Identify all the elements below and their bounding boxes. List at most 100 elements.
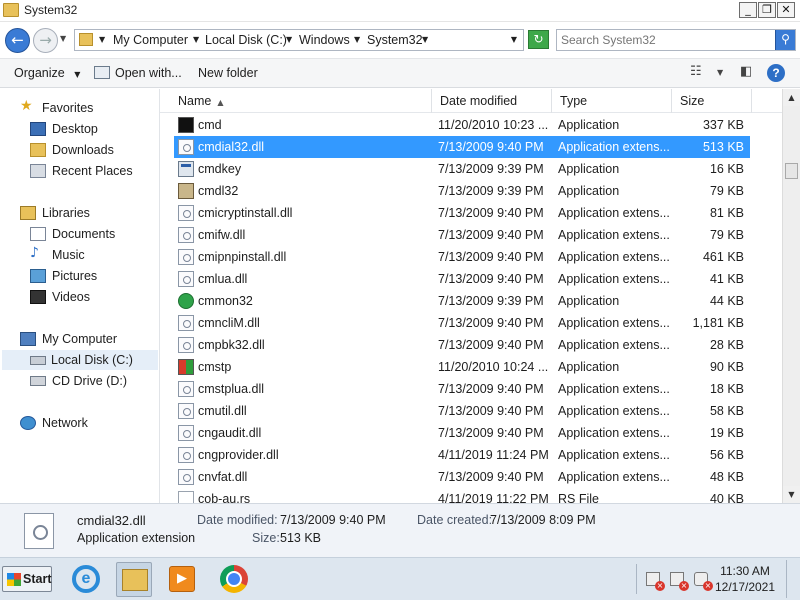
forward-button[interactable]: → (33, 28, 58, 53)
file-name: cmstp (198, 360, 232, 374)
file-row[interactable]: cmlua.dll 7/13/2009 9:40 PM Application ex… (174, 268, 750, 290)
file-row[interactable]: cmipnpinstall.dll 7/13/2009 9:40 PM Applic… (174, 246, 750, 268)
taskbar-media-player[interactable]: ▶ (164, 562, 200, 597)
open-with-icon (94, 66, 110, 79)
taskbar-chrome[interactable] (216, 562, 252, 597)
file-rows: cmd 11/20/2010 10:23 ... Application 337 KB… (160, 114, 782, 503)
search-input[interactable] (561, 32, 771, 48)
file-name: cmdl32 (198, 184, 239, 198)
star-icon: ★ (20, 98, 33, 114)
scroll-thumb[interactable] (785, 163, 798, 179)
volume-icon[interactable] (694, 572, 713, 591)
file-row[interactable]: cmutil.dll 7/13/2009 9:40 PM Application e… (174, 400, 750, 422)
file-type: Application extens... (558, 316, 670, 330)
chevron-down-icon[interactable]: ▼ (286, 35, 292, 44)
help-button[interactable]: ? (767, 64, 785, 82)
maximize-button[interactable]: ❐ (758, 2, 776, 18)
file-date-modified: 7/13/2009 9:40 PM (438, 338, 544, 352)
internet-explorer-icon: e (72, 565, 100, 593)
scroll-up-button[interactable]: ▲ (783, 89, 800, 106)
file-date-modified: 7/13/2009 9:40 PM (438, 206, 544, 220)
desktop-icon (30, 122, 46, 136)
file-name: cngprovider.dll (198, 448, 279, 462)
nav-documents[interactable]: Documents (30, 224, 150, 244)
network-status-icon[interactable] (670, 572, 689, 591)
nav-downloads[interactable]: Downloads (30, 140, 150, 160)
file-row[interactable]: cob-au.rs 4/11/2019 11:22 PM RS File 40 KB (174, 488, 750, 503)
file-type: Application (558, 294, 620, 308)
file-row[interactable]: cmdkey 7/13/2009 9:39 PM Application 16 KB (174, 158, 750, 180)
nav-pictures[interactable]: Pictures (30, 266, 150, 286)
file-row[interactable]: cmstp 11/20/2010 10:24 ... Application 90 K… (174, 356, 750, 378)
file-type: Application (558, 184, 620, 198)
nav-libraries[interactable]: Libraries (20, 203, 150, 223)
recent-pages-dropdown[interactable]: ▼ (60, 34, 66, 43)
start-button[interactable]: Start (2, 566, 52, 592)
scroll-down-button[interactable]: ▼ (783, 486, 800, 503)
file-row[interactable]: cmmon32 7/13/2009 9:39 PM Application 44 KB (174, 290, 750, 312)
file-row[interactable]: cmncliM.dll 7/13/2009 9:40 PM Application … (174, 312, 750, 334)
file-type: Application extens... (558, 338, 670, 352)
address-history-dropdown[interactable]: ▼ (511, 35, 517, 44)
nav-my-computer[interactable]: My Computer (20, 329, 150, 349)
nav-desktop[interactable]: Desktop (30, 119, 150, 139)
file-row[interactable]: cmicryptinstall.dll 7/13/2009 9:40 PM Appl… (174, 202, 750, 224)
breadcrumb-local-disk[interactable]: Local Disk (C:) (205, 33, 287, 47)
system-clock[interactable]: 11:30 AM 12/17/2021 (712, 563, 778, 595)
color-app-icon (178, 359, 194, 375)
file-size: 41 KB (709, 272, 744, 286)
file-row[interactable]: cngaudit.dll 7/13/2009 9:40 PM Application… (174, 422, 750, 444)
file-size: 56 KB (709, 448, 744, 462)
breadcrumb-windows[interactable]: Windows (299, 33, 350, 47)
taskbar-windows-explorer[interactable] (116, 562, 152, 597)
search-icon[interactable]: ⚲ (775, 30, 795, 50)
file-date-modified: 4/11/2019 11:22 PM (438, 492, 549, 503)
nav-recent-places[interactable]: Recent Places (30, 161, 150, 181)
nav-cd-drive[interactable]: CD Drive (D:) (30, 371, 150, 391)
action-center-icon[interactable] (646, 572, 665, 591)
file-name: cmutil.dll (198, 404, 247, 418)
breadcrumb-system32[interactable]: System32 (367, 33, 423, 47)
close-button[interactable]: ✕ (777, 2, 795, 18)
column-size[interactable]: Size (672, 89, 752, 113)
file-row[interactable]: cngprovider.dll 4/11/2019 11:24 PM Applica… (174, 444, 750, 466)
column-date-modified[interactable]: Date modified (432, 89, 552, 113)
address-box[interactable]: ▼ My Computer ▼ Local Disk (C:) ▼ Window… (74, 29, 524, 51)
nav-music[interactable]: ♪ Music (30, 245, 150, 265)
back-button[interactable]: ← (5, 28, 30, 53)
file-row[interactable]: cmd 11/20/2010 10:23 ... Application 337 KB (174, 114, 750, 136)
pictures-icon (30, 269, 46, 283)
new-folder-button[interactable]: New folder (198, 66, 258, 80)
taskbar-internet-explorer[interactable]: e (68, 562, 104, 597)
refresh-button[interactable]: ↻ (528, 30, 549, 49)
nav-favorites[interactable]: ★ Favorites (20, 98, 150, 118)
preview-pane-icon[interactable]: ◧ (740, 64, 752, 79)
chevron-down-icon[interactable]: ▼ (717, 68, 723, 77)
file-row[interactable]: cmstplua.dll 7/13/2009 9:40 PM Application… (174, 378, 750, 400)
file-row[interactable]: cmdial32.dll 7/13/2009 9:40 PM Application… (174, 136, 750, 158)
nav-videos[interactable]: Videos (30, 287, 150, 307)
file-row[interactable]: cmpbk32.dll 7/13/2009 9:40 PM Application … (174, 334, 750, 356)
chevron-right-icon[interactable]: ▼ (99, 35, 105, 44)
file-row[interactable]: cmdl32 7/13/2009 9:39 PM Application 79 KB (174, 180, 750, 202)
file-row[interactable]: cnvfat.dll 7/13/2009 9:40 PM Application e… (174, 466, 750, 488)
show-desktop-button[interactable] (786, 560, 798, 598)
file-size: 513 KB (702, 140, 744, 154)
file-date-modified: 7/13/2009 9:39 PM (438, 184, 544, 198)
details-filename: cmdial32.dll (77, 513, 146, 528)
app-icon (178, 161, 194, 177)
chevron-down-icon[interactable]: ▼ (422, 35, 428, 44)
nav-local-disk[interactable]: Local Disk (C:) (2, 350, 158, 370)
open-with-button[interactable]: Open with... (115, 66, 182, 80)
column-type[interactable]: Type (552, 89, 672, 113)
minimize-button[interactable]: _ (739, 2, 757, 18)
chevron-down-icon[interactable]: ▼ (193, 35, 199, 44)
view-options-icon[interactable]: ☷ (690, 64, 702, 79)
file-row[interactable]: cmifw.dll 7/13/2009 9:40 PM Application ex… (174, 224, 750, 246)
nav-network[interactable]: Network (20, 413, 150, 433)
breadcrumb-my-computer[interactable]: My Computer (113, 33, 188, 47)
chevron-down-icon[interactable]: ▼ (354, 35, 360, 44)
vertical-scrollbar[interactable]: ▲ ▼ (782, 89, 800, 503)
column-name[interactable]: Name ▲ (170, 89, 432, 113)
organize-button[interactable]: Organize ▼ (14, 66, 80, 80)
